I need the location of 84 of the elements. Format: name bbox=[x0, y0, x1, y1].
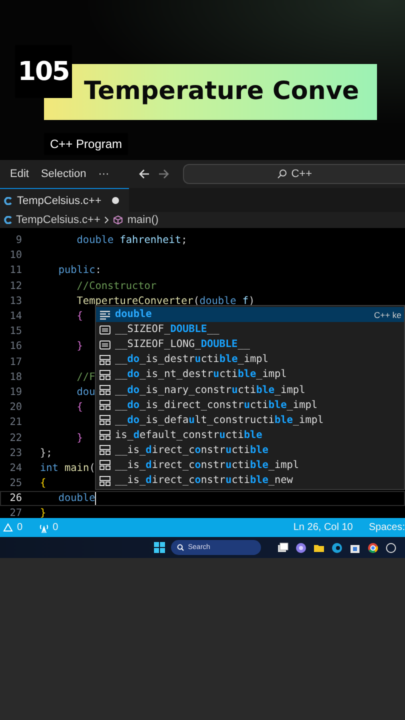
line-number: 17 bbox=[8, 356, 22, 368]
warning-icon bbox=[3, 523, 13, 532]
structure-icon bbox=[99, 445, 111, 456]
line-number: 12 bbox=[8, 280, 22, 292]
text-icon bbox=[99, 340, 111, 350]
search-icon bbox=[277, 169, 288, 179]
line-number: 21 bbox=[8, 417, 22, 428]
menu-item[interactable]: ··· bbox=[98, 166, 110, 182]
code-line: //F bbox=[76, 370, 96, 385]
code-line: int main( bbox=[40, 462, 96, 476]
menu-item[interactable]: Edit bbox=[10, 166, 29, 182]
line-number: 9 bbox=[14, 235, 22, 246]
chevron-icon bbox=[104, 216, 110, 224]
chrome-icon[interactable] bbox=[367, 542, 379, 554]
antenna-icon bbox=[38, 522, 49, 532]
line-number: 26 bbox=[8, 493, 22, 504]
task-view-icon[interactable] bbox=[277, 542, 289, 554]
code-line: { bbox=[76, 401, 83, 416]
line-number: 23 bbox=[8, 448, 22, 459]
suggestion-item[interactable]: __do_is_direct_constructible_impl bbox=[96, 398, 404, 413]
structure-icon bbox=[99, 370, 111, 380]
structure-icon bbox=[99, 460, 111, 470]
code-line: //Constructor bbox=[76, 280, 157, 294]
search-icon bbox=[177, 544, 184, 551]
line-number: 14 bbox=[8, 311, 22, 322]
suggestion-item[interactable]: __is_direct_constructible bbox=[96, 442, 404, 458]
suggestion-item[interactable]: __do_is_nt_destructible_impl bbox=[96, 367, 404, 382]
code-line: } bbox=[76, 340, 83, 354]
code-line: TempertureConverter(double f) bbox=[76, 294, 255, 309]
suggestion-item[interactable]: __is_direct_constructible_new bbox=[96, 473, 404, 488]
chat-bubble-icon[interactable] bbox=[295, 542, 307, 554]
line-number: 27 bbox=[8, 508, 22, 518]
line-number: 15 bbox=[8, 326, 22, 338]
line-number: 13 bbox=[8, 296, 22, 307]
forward-arrow-icon[interactable] bbox=[158, 169, 170, 179]
code-line: public: bbox=[57, 264, 102, 278]
line-number: 18 bbox=[8, 372, 22, 383]
structure-icon bbox=[99, 385, 111, 396]
code-line: }; bbox=[40, 446, 52, 461]
line-number: 25 bbox=[8, 478, 22, 490]
cube-icon bbox=[113, 215, 124, 225]
power-icon[interactable] bbox=[385, 542, 397, 554]
keyword-icon bbox=[99, 310, 111, 320]
editor-tab[interactable]: TempCelsius.c++ bbox=[0, 188, 130, 212]
line-number: 10 bbox=[8, 250, 22, 262]
code-line: { bbox=[76, 310, 83, 324]
suggestion-item[interactable]: __SIZEOF_DOUBLE__ bbox=[96, 322, 404, 338]
line-number: 11 bbox=[8, 265, 22, 276]
code-line: } bbox=[76, 432, 83, 446]
edge-browser-icon[interactable] bbox=[331, 542, 343, 554]
structure-icon bbox=[99, 400, 111, 410]
code-line: } bbox=[40, 507, 46, 518]
cpp-file-icon bbox=[4, 216, 12, 224]
line-number: 19 bbox=[8, 386, 22, 398]
cpp-file-icon bbox=[4, 196, 12, 204]
back-arrow-icon[interactable] bbox=[139, 169, 150, 179]
suggestion-item[interactable]: __do_is_nary_constructible_impl bbox=[96, 382, 404, 398]
suggestion-item[interactable]: __do_is_default_constructible_impl bbox=[96, 412, 404, 428]
line-number: 24 bbox=[8, 462, 22, 474]
suggestion-item[interactable]: double C++ ke bbox=[96, 307, 404, 322]
breadcrumb-item[interactable]: main() bbox=[127, 214, 159, 226]
line-number: 20 bbox=[8, 402, 22, 414]
code-line: double bbox=[57, 491, 96, 506]
subtitle-label: C++ Program bbox=[44, 133, 128, 155]
line-number: 22 bbox=[8, 432, 22, 444]
command-center-field[interactable]: C++ bbox=[183, 164, 405, 184]
code-line: { bbox=[40, 477, 46, 492]
menu-item[interactable]: Selection bbox=[40, 166, 86, 182]
suggestion-item[interactable]: __is_direct_constructible_impl bbox=[96, 458, 404, 474]
structure-icon bbox=[99, 415, 111, 426]
structure-icon bbox=[99, 476, 111, 486]
suggestion-item[interactable]: __do_is_destructible_impl bbox=[96, 352, 404, 368]
line-number: 16 bbox=[8, 341, 22, 352]
code-line: double fahrenheit; bbox=[76, 234, 188, 248]
windows-logo-icon[interactable] bbox=[154, 542, 165, 553]
code-line: dou bbox=[76, 386, 96, 400]
structure-icon bbox=[99, 354, 111, 365]
episode-number: 105 bbox=[15, 45, 72, 98]
structure-icon bbox=[99, 430, 111, 440]
text-icon bbox=[99, 324, 111, 335]
breadcrumb-item[interactable]: TempCelsius.c++ bbox=[16, 214, 100, 226]
suggestion-item[interactable]: is_default_constructible bbox=[96, 428, 404, 443]
suggestion-detail: C++ ke bbox=[374, 310, 402, 320]
suggestion-item[interactable]: __SIZEOF_LONG_DOUBLE__ bbox=[96, 337, 404, 352]
